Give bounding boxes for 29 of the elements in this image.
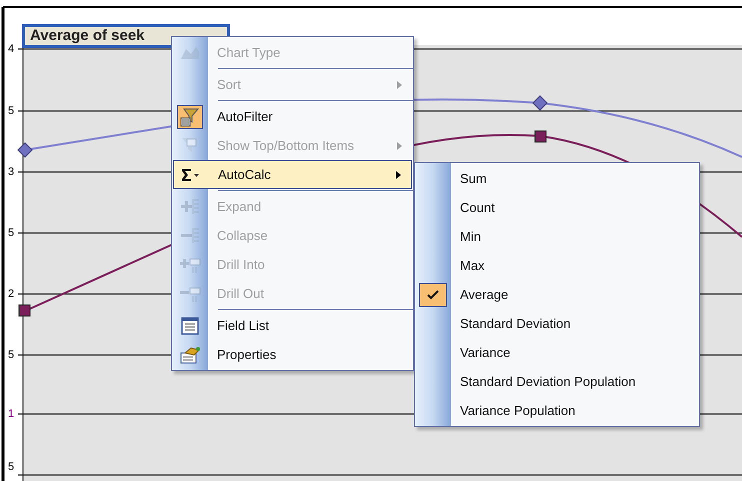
menu-item[interactable]: Sum bbox=[415, 164, 699, 193]
expand-icon bbox=[179, 196, 201, 216]
properties-icon bbox=[179, 344, 201, 364]
axis-label: 1 bbox=[8, 408, 14, 421]
axis-label: 5 bbox=[8, 461, 14, 474]
menu-item[interactable]: Standard Deviation Population bbox=[415, 367, 699, 396]
menu-item[interactable]: Properties bbox=[172, 340, 413, 369]
menu-item[interactable]: Variance Population bbox=[415, 396, 699, 425]
menu-item[interactable]: Standard Deviation bbox=[415, 309, 699, 338]
submenu-arrow-icon bbox=[397, 142, 402, 150]
collapse-icon bbox=[179, 226, 201, 246]
menu-item[interactable]: Max bbox=[415, 251, 699, 280]
axis-label: 4 bbox=[8, 43, 14, 56]
axis-label: 2 bbox=[8, 288, 14, 301]
axis-label: 5 bbox=[8, 227, 14, 240]
axis-label: 3 bbox=[8, 166, 14, 179]
menu-item[interactable]: Min bbox=[415, 222, 699, 251]
list-icon bbox=[179, 316, 201, 336]
axis-label: 5 bbox=[8, 105, 14, 118]
menu-item[interactable]: Average bbox=[415, 280, 699, 309]
filter-icon bbox=[179, 106, 201, 126]
menu-item[interactable]: Count bbox=[415, 193, 699, 222]
submenu-arrow-icon bbox=[397, 81, 402, 89]
axis-label: 5 bbox=[8, 349, 14, 362]
menu-item[interactable]: AutoFilter bbox=[172, 102, 413, 131]
menu-item[interactable]: Field List bbox=[172, 311, 413, 340]
submenu-arrow-icon bbox=[396, 171, 401, 179]
menu-item[interactable]: AutoCalc bbox=[173, 160, 412, 189]
menu-item[interactable]: Variance bbox=[415, 338, 699, 367]
